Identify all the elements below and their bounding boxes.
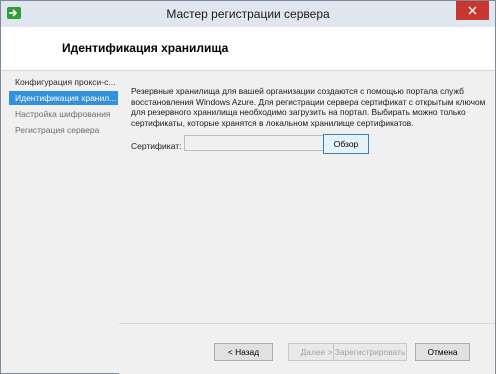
title-bar: Мастер регистрации сервера: [1, 1, 495, 27]
browse-button[interactable]: Обзор: [323, 134, 369, 154]
wizard-window: Мастер регистрации сервера Идентификация…: [0, 0, 496, 374]
window-title: Мастер регистрации сервера: [166, 7, 330, 21]
close-button[interactable]: [456, 1, 489, 20]
step-server-registration[interactable]: Регистрация сервера: [9, 123, 118, 137]
page-title: Идентификация хранилища: [62, 41, 229, 55]
back-button[interactable]: < Назад: [214, 343, 273, 361]
register-button[interactable]: Зарегистрировать: [333, 343, 407, 361]
certificate-field[interactable]: [184, 135, 326, 151]
page-header: Идентификация хранилища: [1, 27, 495, 71]
wizard-footer: < Назад Далее > Зарегистрировать Отмена: [119, 323, 495, 374]
close-icon: [468, 6, 477, 15]
step-encryption-setting[interactable]: Настройка шифрования: [9, 107, 118, 121]
certificate-label: Сертификат:: [131, 141, 182, 151]
step-vault-identification[interactable]: Идентификация хранил...: [9, 91, 118, 105]
vault-description: Резервные хранилища для вашей организаци…: [131, 86, 486, 128]
cancel-button[interactable]: Отмена: [415, 343, 470, 361]
wizard-steps: Конфигурация прокси-с... Идентификация х…: [1, 71, 118, 373]
content-area: Резервные хранилища для вашей организаци…: [119, 71, 495, 323]
step-proxy-configuration[interactable]: Конфигурация прокси-с...: [9, 75, 118, 89]
